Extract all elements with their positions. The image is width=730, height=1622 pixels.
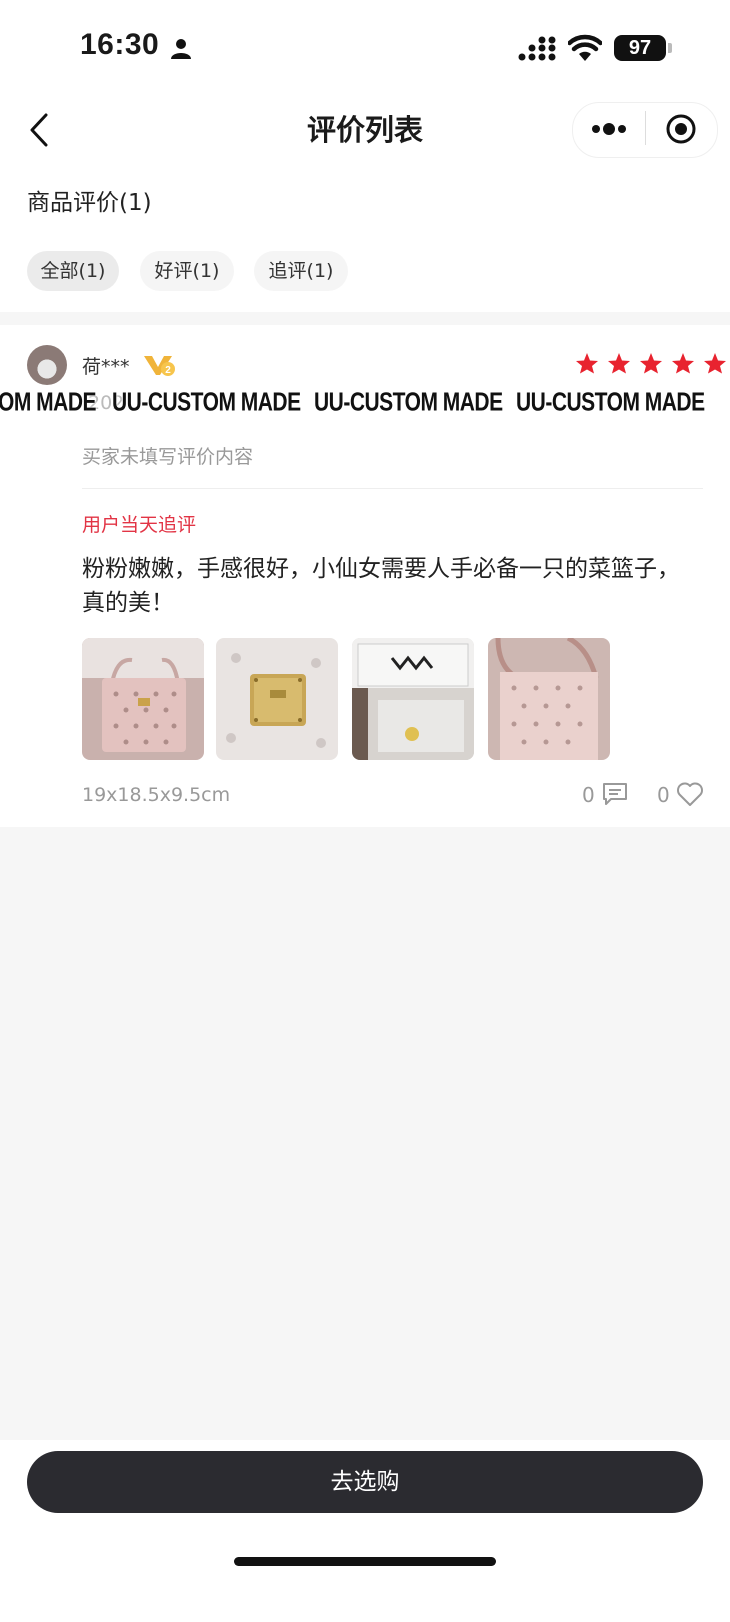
divider [82,488,703,489]
star-icon [672,353,695,374]
go-shopping-button[interactable]: 去选购 [27,1451,703,1513]
battery-indicator: 97 [614,35,666,61]
review-photo-logo-plate[interactable] [216,638,338,760]
review-photo-gift-box[interactable] [352,638,474,760]
filter-chip-followup[interactable]: 追评(1) [254,251,348,291]
comment-icon[interactable] [602,782,628,806]
star-icon [640,353,663,374]
heart-icon[interactable] [676,781,704,807]
review-photo-pink-tote[interactable] [82,638,204,760]
battery-tip [668,43,672,53]
svg-text:2: 2 [165,365,171,376]
watermark-text: OM MADE [0,388,97,417]
username: 荷*** [82,356,130,378]
member-level-badge-icon: 2 [144,356,175,376]
like-count: 0 [657,783,670,807]
avatar [27,345,67,385]
review-photo-pink-tote-closeup[interactable] [488,638,610,760]
gold-logo-plate-icon [216,638,338,760]
gift-box-icon [352,638,474,760]
close-target-icon[interactable] [665,113,697,145]
watermark-overlay: OM MADE UU-CUSTOM MADE UU-CUSTOM MADE UU… [0,388,730,426]
home-indicator [234,1557,496,1566]
filter-chip-all[interactable]: 全部(1) [27,251,119,291]
pink-tote-bag-icon [82,638,204,760]
capsule-divider [645,111,646,145]
person-icon [171,39,191,59]
filter-chip-good[interactable]: 好评(1) [140,251,234,291]
pink-tote-bag-closeup-icon [488,638,610,760]
comment-count: 0 [582,783,595,807]
status-time: 16:30 [80,28,160,61]
rating-stars [572,352,727,378]
product-size: 19x18.5x9.5cm [82,784,231,806]
more-dots-icon[interactable] [590,117,628,141]
star-icon [576,353,598,374]
watermark-text: UU-CUSTOM MADE [314,388,503,417]
watermark-text: UU-CUSTOM MADE [112,388,301,417]
star-icon [704,353,727,374]
followup-label: 用户当天追评 [82,514,197,536]
followup-text: 粉粉嫩嫩，手感很好，小仙女需要人手必备一只的菜篮子，真的美！ [82,556,680,616]
star-icon [608,353,631,374]
watermark-text: UU-CUSTOM MADE [516,388,705,417]
wifi-icon [568,34,602,61]
review-content: 买家未填写评价内容 [82,446,254,468]
cellular-signal-icon [518,36,556,61]
section-title: 商品评价(1) [27,190,152,216]
